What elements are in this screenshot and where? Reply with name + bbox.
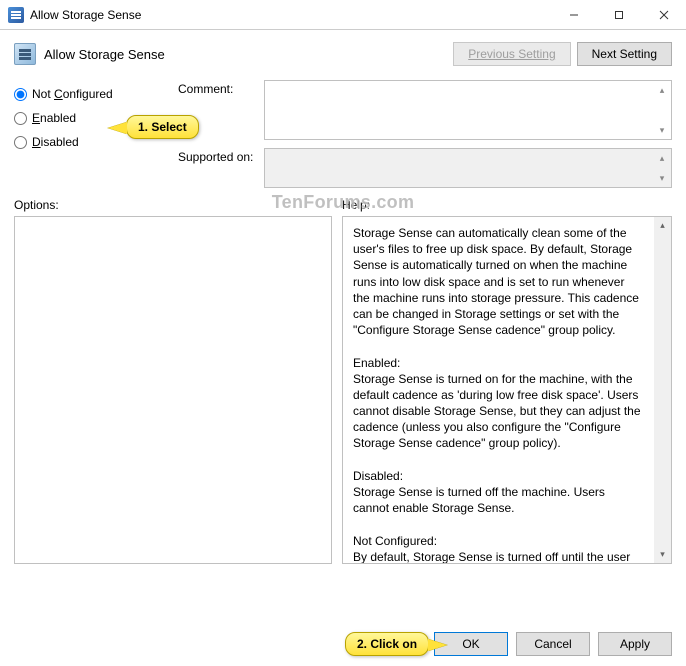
- callout-select: 1. Select: [126, 115, 199, 139]
- supported-label: Supported on:: [178, 148, 260, 188]
- help-h3: Disabled:: [353, 469, 403, 483]
- comment-textarea[interactable]: ▴ ▾: [264, 80, 672, 140]
- supported-scrollbar: ▴ ▾: [654, 150, 670, 186]
- help-content: Storage Sense can automatically clean so…: [353, 225, 661, 564]
- options-box: [14, 216, 332, 564]
- radio-enabled-input[interactable]: [14, 112, 27, 125]
- supported-textarea: ▴ ▾: [264, 148, 672, 188]
- scroll-up-icon[interactable]: ▴: [654, 217, 671, 234]
- callout-click-text: 2. Click on: [357, 637, 417, 651]
- help-h2: Enabled:: [353, 356, 400, 370]
- close-button[interactable]: [641, 0, 686, 29]
- options-column: Options:: [14, 198, 332, 564]
- radio-disabled-input[interactable]: [14, 136, 27, 149]
- settings-upper: Not Configured Enabled Disabled Comment:…: [0, 72, 686, 192]
- help-h4: Not Configured:: [353, 534, 437, 548]
- radio-not-configured-input[interactable]: [14, 88, 27, 101]
- columns: Options: Help: Storage Sense can automat…: [0, 192, 686, 564]
- help-p3: Storage Sense is turned off the machine.…: [353, 485, 608, 515]
- help-column: Help: Storage Sense can automatically cl…: [342, 198, 672, 564]
- window-title: Allow Storage Sense: [30, 8, 141, 22]
- options-label: Options:: [14, 198, 332, 212]
- supported-row: Supported on: ▴ ▾: [178, 148, 672, 188]
- comment-row: Comment: ▴ ▾: [178, 80, 672, 140]
- help-box: Storage Sense can automatically clean so…: [342, 216, 672, 564]
- previous-setting-button: Previous Setting: [453, 42, 570, 66]
- footer: OK Cancel Apply: [0, 622, 686, 666]
- titlebar: Allow Storage Sense: [0, 0, 686, 30]
- scroll-down-icon: ▾: [654, 170, 670, 186]
- scroll-up-icon[interactable]: ▴: [654, 82, 670, 98]
- callout-click: 2. Click on: [345, 632, 429, 656]
- scroll-up-icon: ▴: [654, 150, 670, 166]
- callout-arrow-icon: [108, 122, 127, 134]
- help-p4: By default, Storage Sense is turned off …: [353, 550, 636, 564]
- cancel-button[interactable]: Cancel: [516, 632, 590, 656]
- radio-not-configured-label: Not Configured: [32, 87, 113, 101]
- app-icon: [8, 7, 24, 23]
- scroll-down-icon[interactable]: ▾: [654, 122, 670, 138]
- nav-buttons: Previous Setting Next Setting: [453, 42, 672, 66]
- scroll-down-icon[interactable]: ▾: [654, 546, 671, 563]
- window-controls: [551, 0, 686, 29]
- help-p1: Storage Sense can automatically clean so…: [353, 226, 642, 337]
- radio-not-configured[interactable]: Not Configured: [14, 82, 172, 106]
- radio-enabled-label: Enabled: [32, 111, 76, 125]
- callout-select-text: 1. Select: [138, 120, 187, 134]
- comment-scrollbar[interactable]: ▴ ▾: [654, 82, 670, 138]
- maximize-button[interactable]: [596, 0, 641, 29]
- apply-button[interactable]: Apply: [598, 632, 672, 656]
- toolbar: Allow Storage Sense Previous Setting Nex…: [0, 30, 686, 72]
- callout-arrow-icon: [428, 639, 447, 651]
- fields: Comment: ▴ ▾ Supported on: ▴ ▾: [178, 80, 672, 188]
- radio-disabled-label: Disabled: [32, 135, 79, 149]
- policy-title: Allow Storage Sense: [44, 47, 165, 62]
- next-setting-button[interactable]: Next Setting: [577, 42, 672, 66]
- minimize-button[interactable]: [551, 0, 596, 29]
- help-label: Help:: [342, 198, 672, 212]
- policy-icon: [14, 43, 36, 65]
- help-scrollbar[interactable]: ▴ ▾: [654, 217, 671, 563]
- help-p2: Storage Sense is turned on for the machi…: [353, 372, 644, 451]
